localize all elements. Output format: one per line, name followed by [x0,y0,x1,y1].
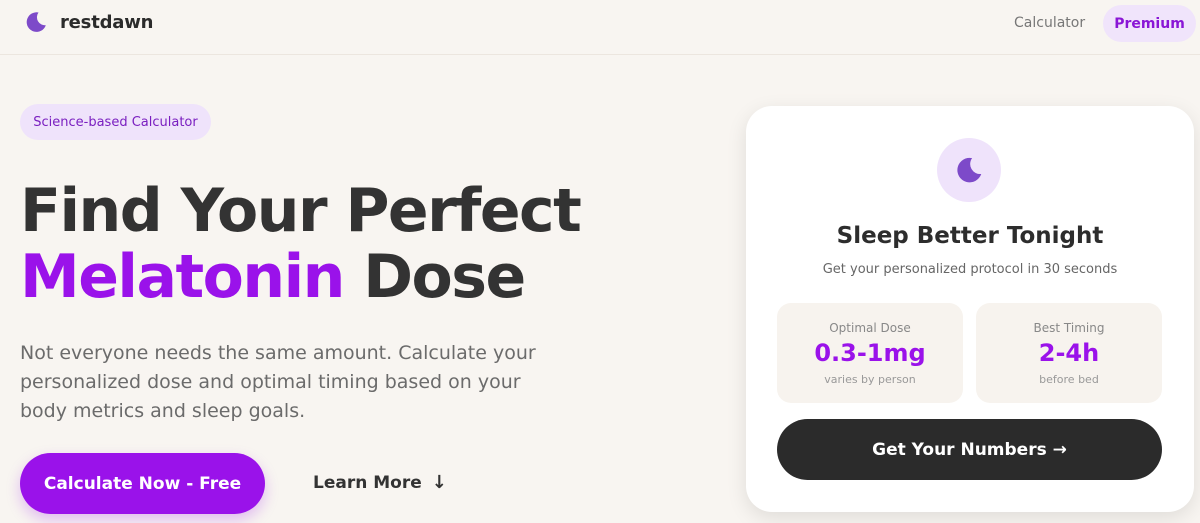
hero-title-rest: Dose [343,242,526,312]
brand-name: restdawn [60,11,154,33]
learn-more-label: Learn More [313,472,422,493]
moon-icon [957,157,982,183]
stat-label: Optimal Dose [829,321,911,335]
card-subtitle: Get your personalized protocol in 30 sec… [822,262,1118,277]
stat-optimal-dose: Optimal Dose 0.3-1mg varies by person [777,303,963,403]
science-badge: Science-based Calculator [20,104,211,140]
get-your-numbers-button[interactable]: Get Your Numbers → [777,419,1162,480]
learn-more-button[interactable]: Learn More ↓ [313,472,447,493]
brand-logo[interactable]: restdawn [24,10,153,34]
stat-best-timing: Best Timing 2-4h before bed [976,303,1162,403]
stat-note: before bed [1039,373,1099,386]
stat-note: varies by person [824,373,916,386]
nav-calculator-link[interactable]: Calculator [1014,15,1085,31]
calculate-now-button[interactable]: Calculate Now - Free [20,453,265,514]
arrow-down-icon: ↓ [431,472,447,493]
card-title: Sleep Better Tonight [836,223,1104,249]
card-icon-circle [937,138,1001,202]
hero-subtitle: Not everyone needs the same amount. Calc… [20,342,536,422]
hero-title-accent: Melatonin [20,242,345,312]
premium-button[interactable]: Premium [1103,5,1196,42]
moon-icon [26,12,46,32]
hero-title-line1: Find Your Perfect [20,176,582,246]
stat-value: 2-4h [1038,339,1100,367]
hero-title: Find Your Perfect Melatonin Dose [20,176,582,312]
protocol-card: Sleep Better Tonight Get your personaliz… [746,106,1194,512]
stat-value: 0.3-1mg [814,339,926,367]
top-navigation: restdawn Calculator Premium [0,0,1200,55]
stat-label: Best Timing [1033,321,1105,335]
